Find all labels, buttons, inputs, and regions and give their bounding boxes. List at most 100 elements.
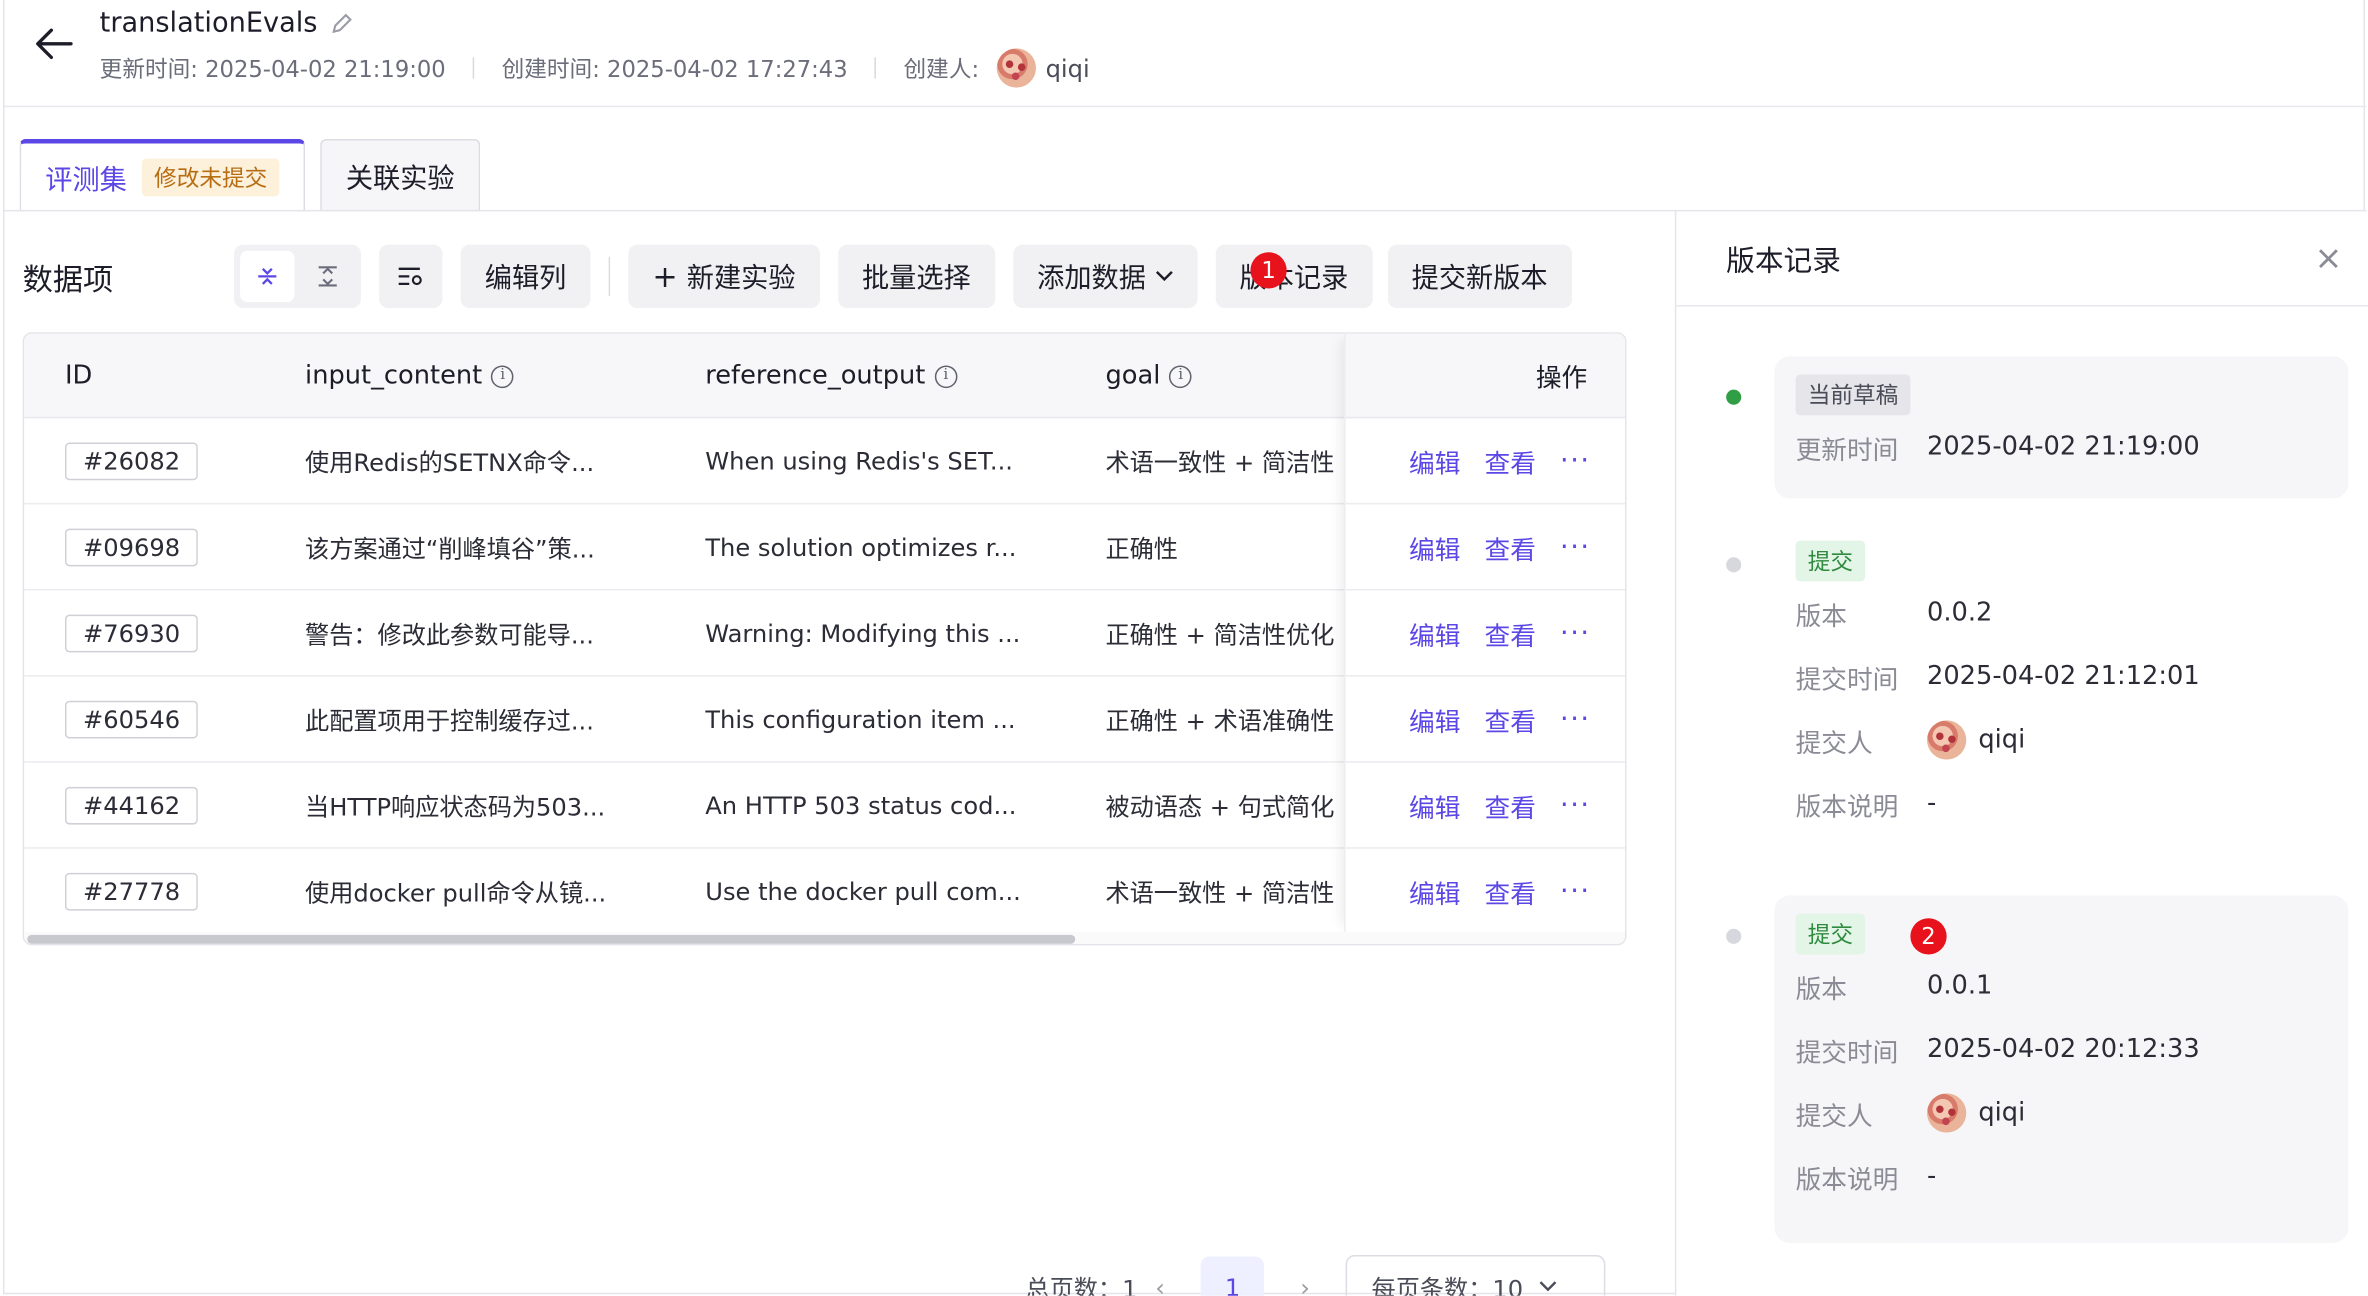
back-button[interactable]: [32, 21, 77, 66]
version-row: 版本 0.0.2: [1795, 598, 1993, 633]
submit-time-row: 提交时间 2025-04-02 21:12:01: [1795, 661, 2200, 696]
reference-cell: An HTTP 503 status cod...: [705, 763, 1016, 848]
view-link[interactable]: 查看: [1485, 614, 1536, 651]
version-history-panel: 版本记录 × 当前草稿 更新时间 2025-04-02 21:19:00 提交 …: [1674, 211, 2368, 1296]
horizontal-scrollbar[interactable]: [24, 931, 1625, 944]
tab-related-experiments[interactable]: 关联实验: [320, 138, 481, 212]
pagination: 总页数：1 ‹ 1 › 每页条数：10: [1025, 1254, 1606, 1296]
page-number[interactable]: 1: [1200, 1256, 1265, 1296]
view-link[interactable]: 查看: [1485, 700, 1536, 738]
data-table: ID input_content i reference_output i goal…: [22, 332, 1627, 946]
edit-link[interactable]: 编辑: [1409, 442, 1460, 479]
view-link[interactable]: 查看: [1485, 786, 1536, 824]
view-link[interactable]: 查看: [1485, 872, 1536, 910]
version-card-0.0.1[interactable]: 提交 版本 0.0.1 提交时间 2025-04-02 20:12:33 提交人 qi…: [1774, 895, 2349, 1243]
pencil-icon[interactable]: [330, 11, 354, 35]
edit-columns-button[interactable]: 编辑列: [460, 244, 591, 309]
prev-page-icon[interactable]: ‹: [1137, 1272, 1182, 1295]
edit-link[interactable]: 编辑: [1409, 872, 1460, 910]
actions-column: 操作 编辑 查看 ··· 编辑 查看 ··· 编辑 查看 ··· 编辑 查看 ··· 编辑 查看 ··· 编辑…: [1344, 333, 1625, 935]
divider: [472, 57, 475, 79]
submit-tag: 提交: [1795, 540, 1866, 582]
more-actions-icon[interactable]: ···: [1560, 617, 1590, 649]
goal-cell: 正确性: [1105, 504, 1178, 589]
tab-label: 评测集: [45, 163, 127, 196]
cell-text: Warning: Modifying this ...: [705, 618, 1021, 648]
reference-cell: Warning: Modifying this ...: [705, 590, 1020, 675]
info-icon[interactable]: i: [1169, 364, 1193, 388]
input-cell: 警告：修改此参数可能导...: [305, 590, 594, 675]
info-icon[interactable]: i: [934, 364, 958, 388]
close-icon[interactable]: ×: [2314, 239, 2342, 277]
new-experiment-button[interactable]: + 新建实验: [628, 244, 820, 309]
edit-link[interactable]: 编辑: [1409, 786, 1460, 824]
version-card-0.0.2[interactable]: 提交 版本 0.0.2 提交时间 2025-04-02 21:12:01 提交人 qi…: [1774, 522, 2349, 855]
tab-eval-set[interactable]: 评测集 修改未提交: [19, 138, 306, 212]
more-actions-icon[interactable]: ···: [1560, 531, 1590, 563]
scrollbar-thumb[interactable]: [27, 934, 1076, 944]
density-toggle: [234, 244, 361, 309]
draft-status-dot: [1726, 389, 1742, 405]
edit-link[interactable]: 编辑: [1409, 700, 1460, 738]
page-size-select[interactable]: 每页条数：10: [1345, 1254, 1606, 1296]
chevron-down-icon: [1538, 1281, 1556, 1292]
submitter-row: 提交人 qiqi: [1796, 1081, 2328, 1144]
edit-link[interactable]: 编辑: [1409, 614, 1460, 651]
description-row: 版本说明 -: [1795, 788, 1937, 823]
input-cell: 使用docker pull命令从镜...: [305, 849, 606, 934]
cell-text: The solution optimizes r...: [705, 532, 1017, 562]
id-cell: #09698: [64, 504, 199, 589]
divider: [874, 57, 877, 79]
more-actions-icon[interactable]: ···: [1560, 789, 1590, 821]
input-cell: 当HTTP响应状态码为503...: [305, 763, 605, 848]
draft-card[interactable]: 当前草稿 更新时间 2025-04-02 21:19:00: [1774, 356, 2349, 499]
button-label: 添加数据: [1037, 262, 1146, 295]
button-label: 新建实验: [686, 262, 796, 295]
collapse-rows-button[interactable]: [240, 250, 295, 303]
view-link[interactable]: 查看: [1485, 528, 1536, 565]
input-cell: 使用Redis的SETNX命令...: [305, 418, 594, 503]
step-marker-1: 1: [1250, 252, 1287, 289]
avatar: [1927, 1093, 1967, 1133]
avatar: [1927, 720, 1967, 760]
cell-text: 此配置项用于控制缓存过...: [305, 706, 594, 736]
view-link[interactable]: 查看: [1485, 442, 1536, 479]
id-tag: #26082: [64, 441, 199, 480]
reference-cell: Use the docker pull com...: [705, 849, 1021, 934]
page-header: translationEvals 更新时间: 2025-04-02 21:19:…: [4, 0, 2367, 108]
cell-text: This configuration item ...: [705, 704, 1016, 734]
reference-cell: The solution optimizes r...: [705, 504, 1016, 589]
id-tag: #44162: [64, 786, 199, 824]
cell-text: 该方案通过“削峰填谷”策...: [305, 534, 595, 564]
submit-tag: 提交: [1795, 913, 1866, 955]
info-icon[interactable]: i: [491, 364, 514, 388]
column-header-id: ID: [64, 360, 93, 392]
goal-cell: 正确性 + 术语准确性: [1105, 677, 1334, 762]
filter-settings-button[interactable]: [379, 244, 443, 309]
creator-avatar: [997, 48, 1037, 88]
expand-rows-button[interactable]: [301, 251, 355, 302]
cell-text: Use the docker pull com...: [705, 876, 1021, 906]
cell-text: An HTTP 503 status cod...: [705, 790, 1017, 820]
meta-info: 更新时间: 2025-04-02 21:19:00 创建时间: 2025-04-…: [100, 48, 1090, 88]
more-actions-icon[interactable]: ···: [1560, 445, 1590, 477]
next-page-icon[interactable]: ›: [1282, 1272, 1327, 1295]
submitter-row: 提交人 qiqi: [1796, 708, 2328, 771]
section-title: 数据项: [22, 260, 114, 297]
row-actions: 编辑 查看 ···: [1345, 763, 1625, 849]
submit-new-version-button[interactable]: 提交新版本: [1387, 244, 1572, 309]
version-history-button[interactable]: 版本记录: [1215, 244, 1373, 309]
reference-cell: This configuration item ...: [705, 677, 1015, 762]
add-data-button[interactable]: 添加数据: [1012, 244, 1198, 309]
edit-link[interactable]: 编辑: [1409, 528, 1460, 565]
batch-select-button[interactable]: 批量选择: [837, 244, 995, 309]
more-actions-icon[interactable]: ···: [1560, 703, 1590, 735]
column-header-input: input_content i: [305, 334, 514, 419]
draft-updated: 更新时间 2025-04-02 21:19:00: [1795, 431, 2200, 466]
panel-header: 版本记录 ×: [1676, 211, 2368, 307]
goal-cell: 正确性 + 简洁性优化: [1105, 590, 1334, 675]
list-settings-icon: [398, 267, 422, 286]
more-actions-icon[interactable]: ···: [1560, 875, 1590, 907]
cell-text: 正确性: [1105, 534, 1178, 564]
cell-text: 使用Redis的SETNX命令...: [305, 448, 595, 478]
